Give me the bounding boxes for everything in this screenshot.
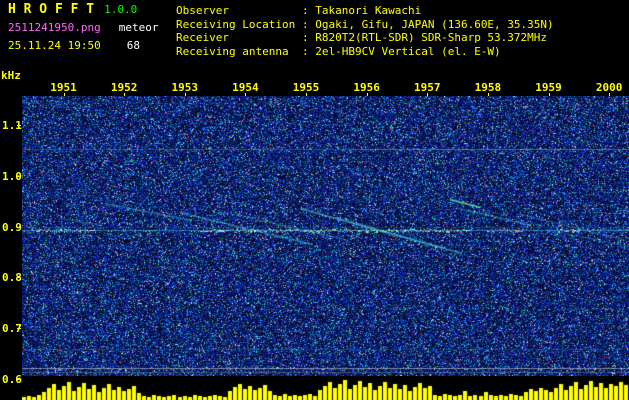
freq-tick-mark [17, 227, 21, 228]
noise-count: 68 [126, 39, 140, 52]
freq-tick-mark [17, 176, 21, 177]
info-colon: : [302, 4, 316, 17]
file-row: 2511241950.png meteor [8, 21, 158, 34]
info-label: Receiving antenna [176, 44, 289, 58]
timestamp: 25.11.24 19:50 [8, 39, 101, 52]
hrofft-screen: H R O F F T 1.0.0 2511241950.png meteor … [0, 0, 629, 400]
info-colon: : [302, 44, 316, 58]
freq-tick-mark [17, 328, 21, 329]
info-row: Receiving antenna: 2el-HB9CV Vertical (e… [176, 45, 554, 59]
info-label: Receiver [176, 31, 229, 44]
info-row: Observer: Takanori Kawachi [176, 4, 554, 18]
freq-tick-mark [17, 379, 21, 380]
output-filename: 2511241950.png [8, 21, 101, 34]
time-row: 25.11.24 19:50 68 [8, 39, 158, 52]
mode-label: meteor [118, 21, 159, 34]
info-value: Takanori Kawachi [315, 4, 422, 17]
info-colon: : [302, 31, 316, 44]
spectrogram-canvas [22, 96, 629, 376]
info-value: Ogaki, Gifu, JAPAN (136.60E, 35.35N) [315, 17, 554, 31]
info-value: R820T2(RTL-SDR) SDR-Sharp 53.372MHz [315, 31, 548, 44]
activity-bar-canvas [22, 378, 629, 400]
title-row: H R O F F T 1.0.0 [8, 2, 158, 17]
info-colon: : [302, 17, 316, 31]
info-label: Receiving Location [176, 17, 296, 31]
freq-tick-mark [17, 277, 21, 278]
header-left: H R O F F T 1.0.0 2511241950.png meteor … [8, 2, 158, 52]
freq-tick-mark [17, 125, 21, 126]
app-title: H R O F F T [8, 2, 95, 17]
info-label: Observer [176, 4, 229, 17]
station-info: Observer: Takanori Kawachi Receiving Loca… [176, 4, 554, 58]
time-axis: 1951 1952 1953 1954 1955 1956 1957 1958 1959 2000 [0, 81, 629, 96]
info-row: Receiving Location: Ogaki, Gifu, JAPAN (… [176, 18, 554, 32]
app-version: 1.0.0 [104, 3, 138, 16]
info-value: 2el-HB9CV Vertical (el. E-W) [315, 44, 501, 58]
info-row: Receiver: R820T2(RTL-SDR) SDR-Sharp 53.3… [176, 31, 554, 45]
